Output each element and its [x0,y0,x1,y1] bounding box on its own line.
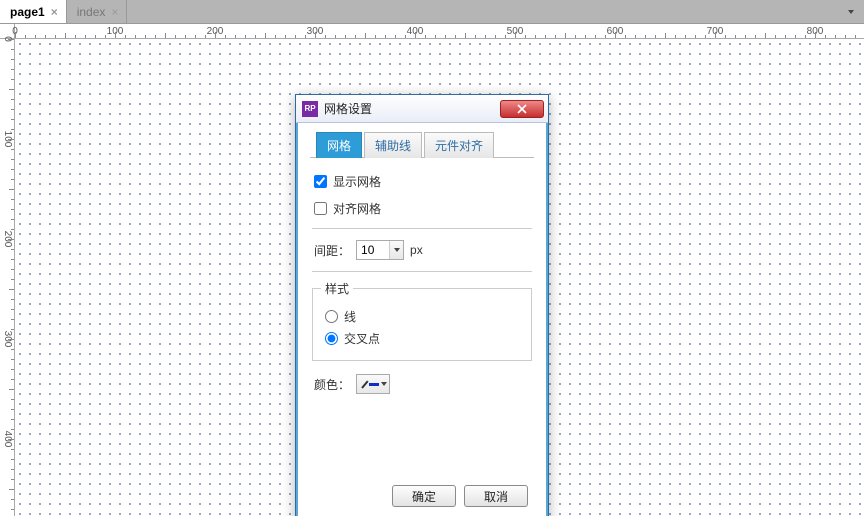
show-grid-label: 显示网格 [333,173,381,190]
dialog-close-button[interactable] [500,100,544,118]
tab-snap[interactable]: 元件对齐 [424,132,494,158]
spacing-dropdown-button[interactable] [389,241,403,259]
spacing-row: 间距： px [314,240,530,260]
grid-settings-dialog: RP 网格设置 网格 辅助线 元件对齐 显示网格 对齐网格 [295,94,549,516]
chevron-down-icon [848,10,854,14]
snap-grid-row: 对齐网格 [314,200,530,217]
color-label: 颜色： [314,376,350,393]
close-icon[interactable]: × [111,6,118,18]
style-cross-row: 交叉点 [325,330,519,347]
style-legend: 样式 [321,280,353,297]
style-line-row: 线 [325,308,519,325]
close-icon[interactable]: × [51,6,58,18]
tab-grid[interactable]: 网格 [316,132,362,158]
dialog-title: 网格设置 [324,100,500,117]
file-tab-bar: page1 × index × [0,0,864,24]
spacing-label: 间距： [314,242,350,259]
color-underline [369,383,379,386]
style-cross-label: 交叉点 [344,330,380,347]
dialog-tabs: 网格 辅助线 元件对齐 [310,131,534,158]
ruler-horizontal[interactable]: 0100200300400500600700800 [15,24,864,39]
snap-grid-label: 对齐网格 [333,200,381,217]
file-tab-index[interactable]: index × [67,0,128,23]
pencil-icon [359,378,367,390]
dialog-footer: 确定 取消 [310,477,534,515]
style-cross-radio[interactable] [325,332,338,345]
cancel-button[interactable]: 取消 [464,485,528,507]
close-icon [511,104,533,114]
app-icon: RP [302,101,318,117]
ruler-vertical[interactable]: 0100200300400 [0,39,15,516]
snap-grid-checkbox[interactable] [314,202,327,215]
chevron-down-icon [394,248,400,252]
tab-overflow-dropdown[interactable] [842,0,860,24]
style-line-radio[interactable] [325,310,338,323]
color-picker-button[interactable] [356,374,390,394]
dialog-body: 网格 辅助线 元件对齐 显示网格 对齐网格 间距： px [296,123,548,516]
tab-guides[interactable]: 辅助线 [364,132,422,158]
show-grid-checkbox[interactable] [314,175,327,188]
show-grid-row: 显示网格 [314,173,530,190]
dialog-titlebar[interactable]: RP 网格设置 [296,95,548,123]
spacing-unit: px [410,243,423,257]
file-tab-label: page1 [10,5,45,19]
file-tab-label: index [77,5,106,19]
style-fieldset: 样式 线 交叉点 [312,280,532,361]
ok-button[interactable]: 确定 [392,485,456,507]
chevron-down-icon [381,382,387,386]
file-tab-page1[interactable]: page1 × [0,0,67,23]
workspace: 0100200300400500600700800 0100200300400 … [0,24,864,516]
style-line-label: 线 [344,308,356,325]
divider [312,271,532,272]
divider [312,228,532,229]
color-row: 颜色： [314,374,530,394]
